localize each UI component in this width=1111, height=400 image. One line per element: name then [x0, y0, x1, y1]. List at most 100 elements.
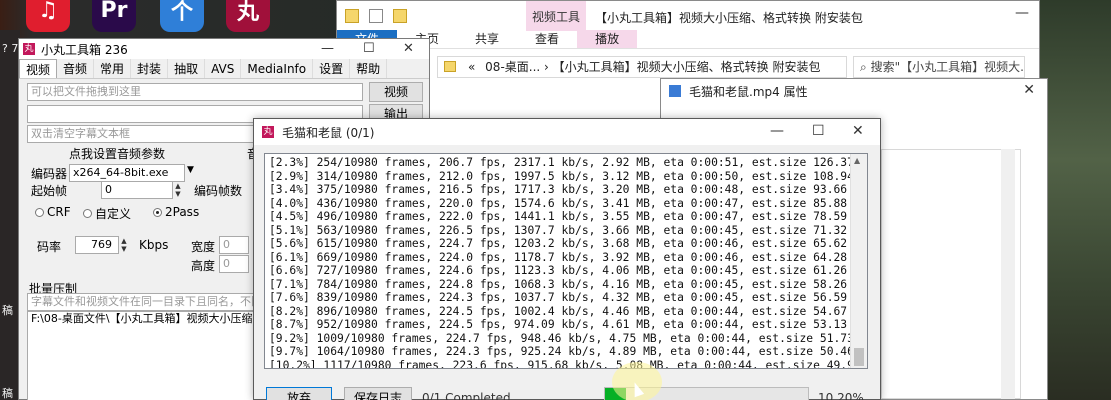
close-icon[interactable]: ✕ [403, 41, 414, 56]
radio-icon [83, 209, 92, 218]
log-scrollbar[interactable]: ▲ [850, 154, 867, 368]
ribbon-tab-play[interactable]: 播放 [577, 30, 638, 48]
radio-label: 2Pass [165, 205, 200, 219]
log-line: [7.1%] 784/10980 frames, 224.8 fps, 1068… [269, 277, 868, 291]
log-line: [2.3%] 254/10980 frames, 206.7 fps, 2317… [269, 156, 868, 169]
tab-common[interactable]: 常用 [94, 59, 132, 78]
netease-music-icon[interactable]: ♫ [26, 0, 70, 32]
audio-params-link[interactable]: 点我设置音频参数 [69, 145, 165, 162]
scroll-thumb[interactable] [854, 348, 864, 366]
ribbon-tab-share[interactable]: 共享 [457, 30, 517, 48]
properties-scrollbar[interactable] [1001, 149, 1015, 399]
width-input[interactable]: 0 [219, 236, 249, 254]
mode-custom-radio[interactable]: 自定义 [83, 205, 131, 222]
start-frame-label: 起始帧 [31, 184, 68, 198]
explorer-title: 【小丸工具箱】视频大小压缩、格式转换 附安装包 [595, 11, 863, 25]
encoder-select[interactable]: x264_64-8bit.exe [69, 164, 185, 182]
dialog-title: 毛猫和老鼠 (0/1) [282, 125, 375, 140]
left-strip-text: 稿 [2, 387, 13, 400]
log-line: [4.0%] 436/10980 frames, 220.0 fps, 1574… [269, 196, 868, 210]
search-placeholder: 搜索"【小丸工具箱】视频大... [870, 60, 1025, 74]
explorer-ribbon: 文件 主页 共享 查看 播放 [337, 30, 1039, 49]
log-line: [6.1%] 669/10980 frames, 224.0 fps, 1178… [269, 250, 868, 264]
bitrate-input[interactable]: 769 [75, 236, 119, 254]
left-strip-text: ? 7 [2, 42, 19, 55]
address-prefix: « [468, 60, 476, 74]
tab-extract[interactable]: 抽取 [168, 59, 206, 78]
height-input[interactable]: 0 [219, 255, 249, 273]
log-line: [5.6%] 615/10980 frames, 224.7 fps, 1203… [269, 237, 868, 250]
log-line: [8.2%] 896/10980 frames, 224.5 fps, 1002… [269, 304, 868, 318]
height-label: 高度 [191, 259, 216, 273]
log-lines: [2.3%] 254/10980 frames, 206.7 fps, 2317… [269, 156, 868, 369]
tab-video[interactable]: 视频 [19, 59, 58, 78]
log-line: [7.6%] 839/10980 frames, 224.3 fps, 1037… [269, 291, 868, 304]
encoder-label: 编码器 [31, 167, 68, 181]
quick-access-toolbar [337, 9, 517, 23]
minimize-button[interactable]: — [1015, 5, 1029, 21]
explorer-titlebar: 视频工具 【小丸工具箱】视频大小压缩、格式转换 附安装包 — [337, 1, 1039, 31]
tab-avs[interactable]: AVS [205, 59, 242, 78]
radio-icon [153, 207, 162, 217]
video-tools-context-tab[interactable]: 视频工具 [526, 1, 586, 31]
log-line: [6.6%] 727/10980 frames, 224.6 fps, 1123… [269, 264, 868, 277]
search-icon: ⌕ [860, 60, 867, 74]
log-line: [4.5%] 496/10980 frames, 222.0 fps, 1441… [269, 210, 868, 223]
video-input-field[interactable]: 可以把文件拖拽到这里 [27, 83, 363, 101]
completion-status: 0/1 Completed [422, 391, 511, 400]
properties-titlebar: 毛猫和老鼠.mp4 属性 [661, 79, 1047, 103]
maximize-icon[interactable]: ☐ [812, 123, 825, 139]
close-icon[interactable]: ✕ [852, 123, 864, 139]
address-bar[interactable]: « 08-桌面... › 【小丸工具箱】视频大小压缩、格式转换 附安装包 [437, 56, 847, 78]
batch-hint: 字幕文件和视频文件在同一目录下且同名，不同 [27, 293, 255, 311]
list-item[interactable]: F:\08-桌面文件\【小丸工具箱】视频大小压缩 [31, 312, 253, 325]
save-log-button[interactable]: 保存日志 [344, 387, 412, 400]
properties-icon[interactable] [369, 9, 383, 23]
address-path: 08-桌面... › 【小丸工具箱】视频大小压缩、格式转换 附安装包 [485, 60, 821, 74]
folder-icon[interactable] [345, 9, 359, 23]
radio-icon [35, 207, 44, 217]
tab-mux[interactable]: 封装 [131, 59, 169, 78]
width-label: 宽度 [191, 240, 216, 254]
log-line: [3.4%] 375/10980 frames, 216.5 fps, 1717… [269, 183, 868, 196]
abort-button[interactable]: 放弃 [266, 387, 332, 400]
tab-help[interactable]: 帮助 [350, 59, 388, 78]
log-line: [8.7%] 952/10980 frames, 224.5 fps, 974.… [269, 318, 868, 331]
progress-percent: 10.20% [818, 391, 864, 400]
xiaowan-icon[interactable]: 丸 [226, 0, 270, 32]
left-strip-text: 稿 [2, 304, 13, 317]
close-icon[interactable]: ✕ [1023, 82, 1035, 98]
start-frame-input[interactable]: 0 [101, 181, 173, 199]
radio-label: 自定义 [95, 207, 132, 221]
maximize-icon[interactable]: ☐ [363, 41, 375, 56]
log-line: [9.7%] 1064/10980 frames, 224.3 fps, 925… [269, 345, 868, 358]
scroll-up-icon[interactable]: ▲ [854, 156, 860, 165]
ribbon-tab-view[interactable]: 查看 [517, 30, 577, 48]
address-bar-row: ↑ « 08-桌面... › 【小丸工具箱】视频大小压缩、格式转换 附安装包 ⌕… [337, 56, 1041, 78]
premiere-icon[interactable]: Pr [92, 0, 136, 32]
video-button[interactable]: 视频 [369, 82, 423, 102]
tab-settings[interactable]: 设置 [313, 59, 351, 78]
properties-title: 毛猫和老鼠.mp4 属性 [689, 84, 808, 99]
video-file-icon [669, 85, 681, 97]
encode-log[interactable]: [2.3%] 254/10980 frames, 206.7 fps, 2317… [264, 153, 868, 369]
tab-mediainfo[interactable]: MediaInfo [241, 59, 314, 78]
app-blue-icon[interactable]: 个 [160, 0, 204, 32]
minimize-icon[interactable]: — [321, 41, 334, 56]
bitrate-stepper[interactable]: ▲ ▼ [119, 237, 129, 253]
chevron-down-icon[interactable]: ▼ [187, 165, 194, 175]
xiaowan-app-icon: 丸 [262, 126, 274, 138]
radio-label: CRF [47, 205, 71, 219]
mode-2pass-radio[interactable]: 2Pass [153, 205, 199, 219]
log-line: [2.9%] 314/10980 frames, 212.0 fps, 1997… [269, 169, 868, 183]
mode-crf-radio[interactable]: CRF [35, 205, 71, 219]
properties-content-panel [881, 149, 1021, 399]
log-line: [10.2%] 1117/10980 frames, 223.6 fps, 91… [269, 358, 868, 369]
tool-tab-bar: 视频 音频 常用 封装 抽取 AVS MediaInfo 设置 帮助 [19, 59, 429, 79]
batch-file-list[interactable]: F:\08-桌面文件\【小丸工具箱】视频大小压缩 [27, 311, 255, 400]
minimize-icon[interactable]: — [770, 123, 784, 139]
start-frame-stepper[interactable]: ▲ ▼ [173, 182, 183, 198]
new-folder-icon[interactable] [393, 9, 407, 23]
tab-audio[interactable]: 音频 [57, 59, 95, 78]
search-input[interactable]: ⌕ 搜索"【小丸工具箱】视频大... [853, 56, 1025, 78]
